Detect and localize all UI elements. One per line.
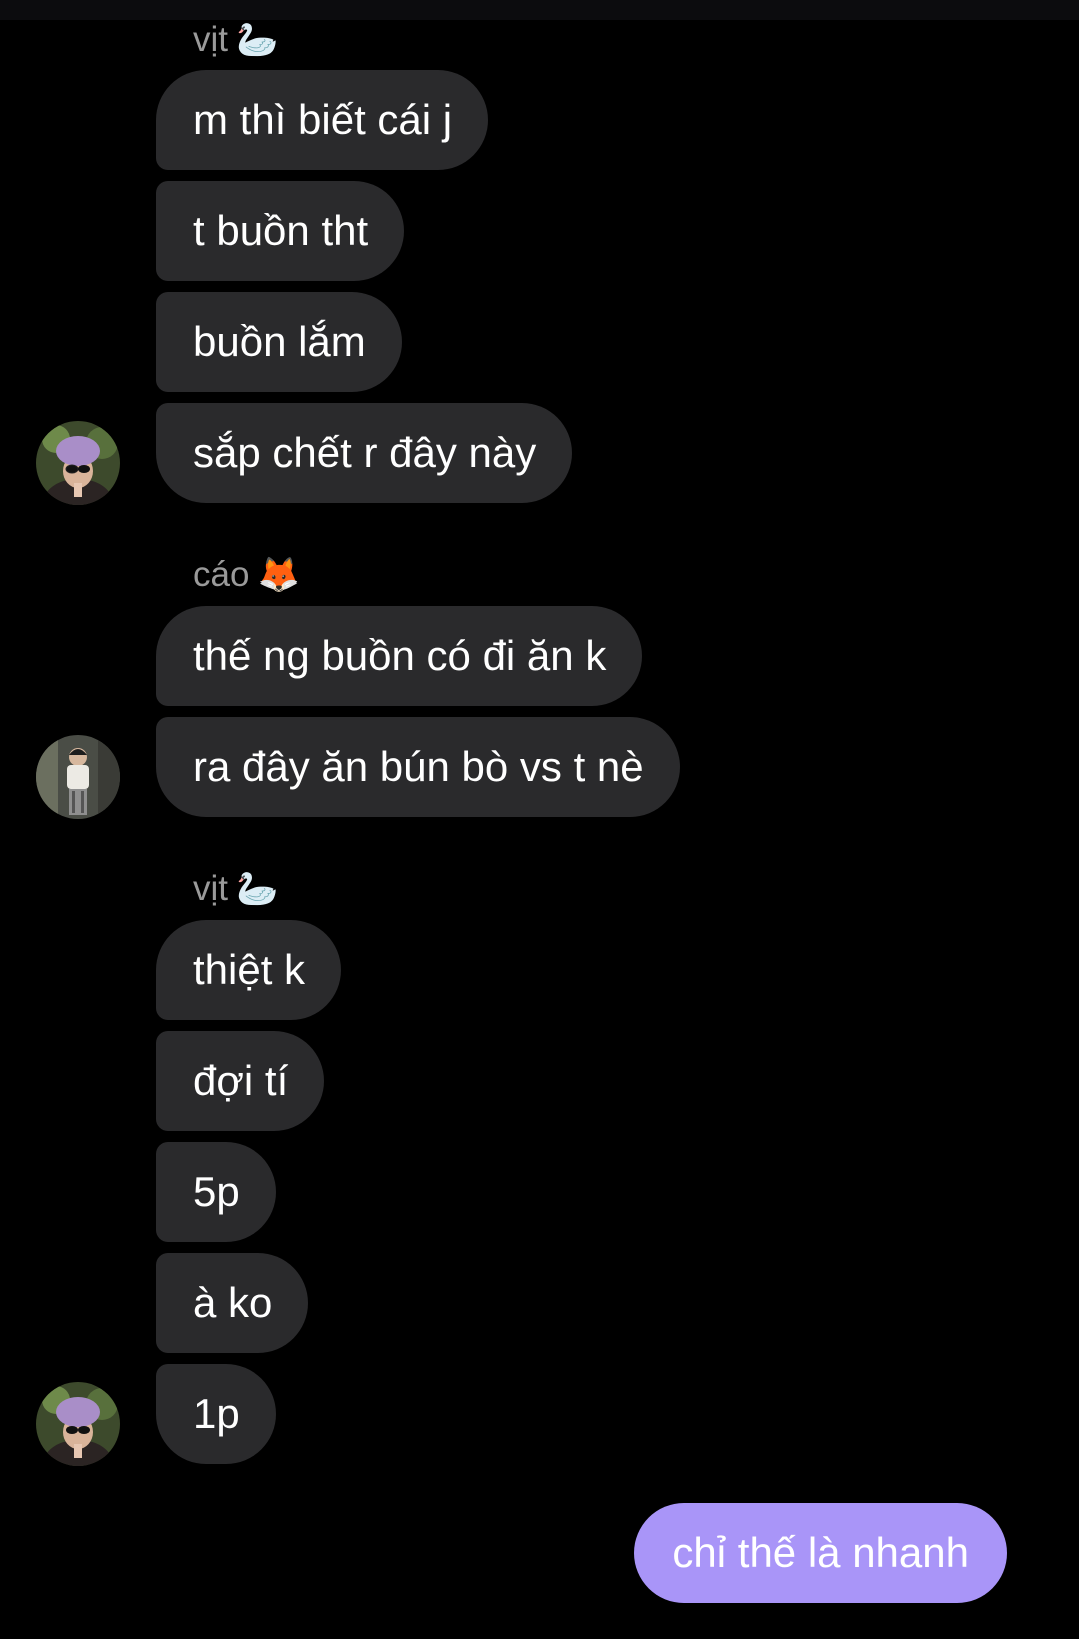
sender-name-label: vịt <box>193 20 228 59</box>
avatar-image <box>36 1382 120 1466</box>
swan-emoji: 🦢 <box>236 20 279 60</box>
message-bubble[interactable]: sắp chết r đây này <box>156 403 573 503</box>
fox-emoji: 🦊 <box>257 555 300 595</box>
message-bubble[interactable]: thế ng buồn có đi ăn k <box>156 606 643 706</box>
avatar-vit[interactable] <box>36 1382 120 1466</box>
avatar-vit[interactable] <box>36 421 120 505</box>
sender-name-label: vịt <box>193 869 228 908</box>
sender-name-vit: vịt 🦢 <box>193 22 278 57</box>
message-bubble[interactable]: đợi tí <box>156 1031 325 1131</box>
message-bubble[interactable]: thiệt k <box>156 920 342 1020</box>
message-bubble[interactable]: 1p <box>156 1364 276 1464</box>
status-bar-edge <box>0 0 1079 20</box>
message-bubble[interactable]: ra đây ăn bún bò vs t nè <box>156 717 680 817</box>
message-bubble[interactable]: buồn lắm <box>156 292 402 392</box>
avatar-cao[interactable] <box>36 735 120 819</box>
swan-emoji: 🦢 <box>236 869 279 909</box>
sender-name-vit: vịt 🦢 <box>193 871 278 906</box>
sender-name-label: cáo <box>193 555 250 594</box>
avatar-image <box>36 735 120 819</box>
message-bubble[interactable]: t buồn tht <box>156 181 405 281</box>
avatar-image <box>36 421 120 505</box>
message-bubble[interactable]: à ko <box>156 1253 309 1353</box>
message-bubble[interactable]: 5p <box>156 1142 276 1242</box>
my-message-bubble[interactable]: chỉ thế là nhanh <box>634 1503 1007 1603</box>
sender-name-cao: cáo 🦊 <box>193 557 300 592</box>
message-bubble[interactable]: m thì biết cái j <box>156 70 489 170</box>
